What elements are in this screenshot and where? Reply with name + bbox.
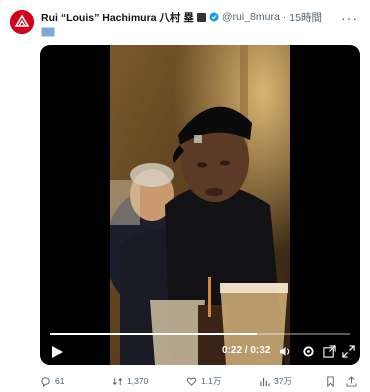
display-name[interactable]: Rui “Louis” Hachimura 八村 塁: [41, 10, 194, 25]
video-player[interactable]: 0:22 / 0:32: [40, 45, 360, 365]
bookmark-icon: [327, 375, 334, 387]
current-time: 0:22: [222, 345, 243, 356]
volume-icon[interactable]: [279, 345, 292, 358]
repost-button[interactable]: 1,370: [112, 374, 148, 388]
video-frame: [110, 45, 290, 365]
progress-bar[interactable]: [50, 333, 350, 335]
duration: 0:32: [250, 345, 271, 356]
timecode: 0:22 / 0:32: [222, 345, 270, 356]
verified-badge-icon: [209, 12, 219, 22]
post-header: Rui “Louis” Hachimura 八村 塁 @rui_8mura · …: [41, 9, 340, 25]
settings-icon[interactable]: [302, 345, 315, 358]
handle[interactable]: @rui_8mura: [222, 11, 280, 23]
views-button[interactable]: 37万: [259, 374, 292, 388]
repost-icon: [112, 377, 123, 385]
avatar[interactable]: [10, 10, 34, 34]
reply-icon: [41, 376, 50, 387]
heart-icon: [186, 377, 197, 386]
view-count: 37万: [274, 376, 292, 386]
reply-button[interactable]: 61: [40, 374, 64, 388]
play-icon[interactable]: [50, 345, 64, 359]
action-bar: 61 1,370 1.1万 37万: [40, 374, 360, 388]
share-button[interactable]: [346, 374, 357, 388]
like-count: 1.1万: [201, 376, 222, 386]
more-options-button[interactable]: ···: [341, 10, 358, 26]
video-controls: 0:22 / 0:32: [40, 341, 360, 363]
like-button[interactable]: 1.1万: [186, 374, 221, 388]
reply-count: 61: [55, 376, 65, 386]
popout-icon[interactable]: [323, 345, 336, 358]
bookmark-button[interactable]: [325, 374, 336, 388]
bar-chart-icon: [260, 377, 270, 386]
share-icon: [346, 375, 357, 387]
timestamp[interactable]: 15時間: [289, 10, 322, 25]
flag-emoji-icon: [41, 27, 55, 37]
progress-fill: [50, 333, 257, 335]
repost-count: 1,370: [127, 376, 149, 386]
custom-badge-icon: [196, 12, 206, 22]
fullscreen-icon[interactable]: [342, 345, 355, 358]
tweet-card[interactable]: Rui “Louis” Hachimura 八村 塁 @rui_8mura · …: [0, 0, 370, 392]
separator-dot: ·: [282, 11, 287, 23]
